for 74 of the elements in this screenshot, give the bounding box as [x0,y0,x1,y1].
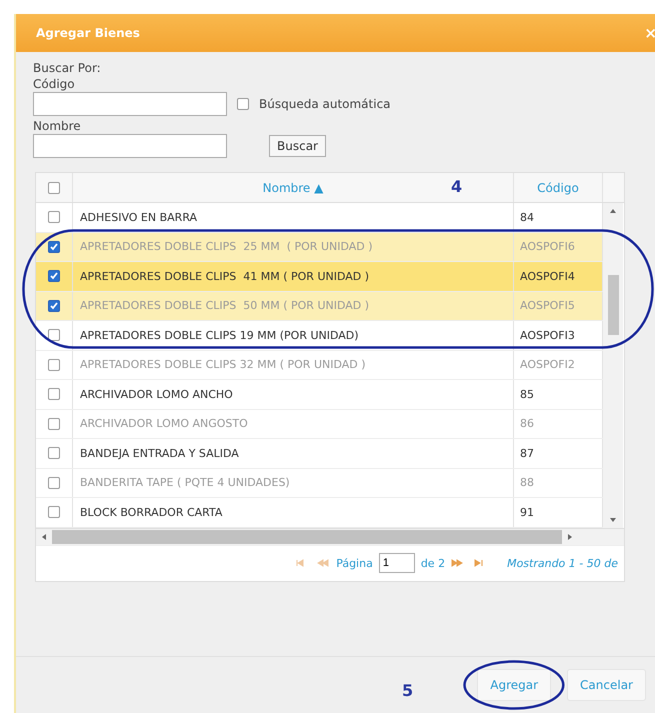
checkbox[interactable] [237,98,249,110]
table-cell: AOSPOFI6 [520,240,575,254]
table-row[interactable]: APRETADORES DOBLE CLIPS 25 MM ( POR UNIDAD ) AOSPOFI6 [36,232,603,262]
scroll-left-icon[interactable] [40,532,48,540]
checkbox[interactable] [48,388,60,400]
table-cell: AOSPOFI3 [520,328,575,342]
table-cell: APRETADORES DOBLE CLIPS 19 MM (POR UNIDAD) [80,328,359,342]
scrollbar[interactable] [603,203,623,528]
field-label: Nombre [33,118,82,134]
table-row[interactable]: BANDEJA ENTRADA Y SALIDA 87 [36,439,603,468]
checkbox[interactable] [48,476,60,489]
checkbox-label: Búsqueda automática [259,96,391,112]
table-cell: ARCHIVADOR LOMO ANGOSTO [80,417,248,430]
scroll-up-icon[interactable] [609,207,617,215]
table-cell: 86 [520,417,534,430]
annotation-number: 4 [451,177,462,196]
first-page-icon[interactable] [296,559,330,567]
checkbox[interactable] [48,182,60,194]
checkbox[interactable] [48,447,60,460]
table-cell: ADHESIVO EN BARRA [80,210,198,224]
column-header[interactable]: Código [537,180,579,194]
checkbox[interactable] [48,418,60,430]
table-cell: 88 [520,476,534,490]
search-heading: Buscar Por: [33,60,102,76]
close-button[interactable]: × [644,24,655,42]
column-header[interactable]: Nombre ▲ [262,180,324,194]
table-cell: BLOCK BORRADOR CARTA [80,506,222,519]
table-cell: AOSPOFI2 [520,358,575,372]
checkbox[interactable] [48,300,60,312]
table-row[interactable]: ARCHIVADOR LOMO ANGOSTO 86 [36,410,603,439]
annotation-number: 5 [402,681,414,700]
table-cell: APRETADORES DOBLE CLIPS 41 MM ( POR UNIDAD ) [80,270,370,283]
table-cell: APRETADORES DOBLE CLIPS 32 MM ( POR UNIDAD ) [80,358,366,372]
table-row[interactable]: APRETADORES DOBLE CLIPS 41 MM ( POR UNIDAD ) AOSPOFI4 [36,262,603,292]
table-cell: 84 [520,210,534,224]
table-cell: BANDEJA ENTRADA Y SALIDA [80,446,239,460]
table-row[interactable]: APRETADORES DOBLE CLIPS 32 MM ( POR UNIDAD ) AOSPOFI2 [36,350,603,380]
table-cell: APRETADORES DOBLE CLIPS 25 MM ( POR UNIDAD ) [80,240,373,254]
scroll-right-icon[interactable] [566,532,574,540]
page-field[interactable]: 1 [378,553,415,573]
code-field[interactable] [33,92,227,116]
scroll-down-icon[interactable] [609,516,617,524]
checkbox[interactable] [48,240,60,253]
page-summary: Mostrando 1 - 50 de [507,556,618,570]
table-row[interactable]: BANDERITA TAPE ( PQTE 4 UNIDADES) 88 [36,468,603,498]
table-cell: BANDERITA TAPE ( PQTE 4 UNIDADES) [80,476,290,490]
checkbox[interactable] [48,358,60,371]
page-label: Página [336,556,373,570]
table-cell: ARCHIVADOR LOMO ANCHO [80,388,233,401]
dialog-title: Agregar Bienes [36,26,140,40]
table-row[interactable]: APRETADORES DOBLE CLIPS 50 MM ( POR UNIDAD ) AOSPOFI5 [36,292,603,321]
name-field[interactable] [33,134,227,158]
page-count: de 2 [420,556,446,570]
table-cell: 87 [520,446,534,460]
scroll-thumb[interactable] [608,275,618,336]
checkbox[interactable] [48,329,60,342]
table-cell: AOSPOFI5 [520,299,575,312]
table-row[interactable]: ARCHIVADOR LOMO ANCHO 85 [36,380,603,410]
checkbox[interactable] [48,506,60,518]
table-cell: 85 [520,388,534,401]
search-button[interactable]: Buscar [269,135,326,157]
checkbox[interactable] [48,270,60,282]
table-row[interactable]: BLOCK BORRADOR CARTA 91 [36,498,603,528]
table-row[interactable]: APRETADORES DOBLE CLIPS 19 MM (POR UNIDAD) AOSPOFI3 [36,321,603,350]
table-cell: AOSPOFI4 [520,270,575,283]
cancel-button[interactable]: Cancelar [567,669,646,701]
checkbox[interactable] [48,211,60,224]
add-button[interactable]: Agregar [477,669,552,701]
table-cell: APRETADORES DOBLE CLIPS 50 MM ( POR UNIDAD ) [80,299,370,312]
table-cell: 91 [520,506,534,519]
horizontal-scrollbar[interactable] [36,528,624,544]
field-label: Código [33,76,76,92]
table-row[interactable]: ADHESIVO EN BARRA 84 [36,203,603,232]
scroll-thumb[interactable] [52,530,562,544]
